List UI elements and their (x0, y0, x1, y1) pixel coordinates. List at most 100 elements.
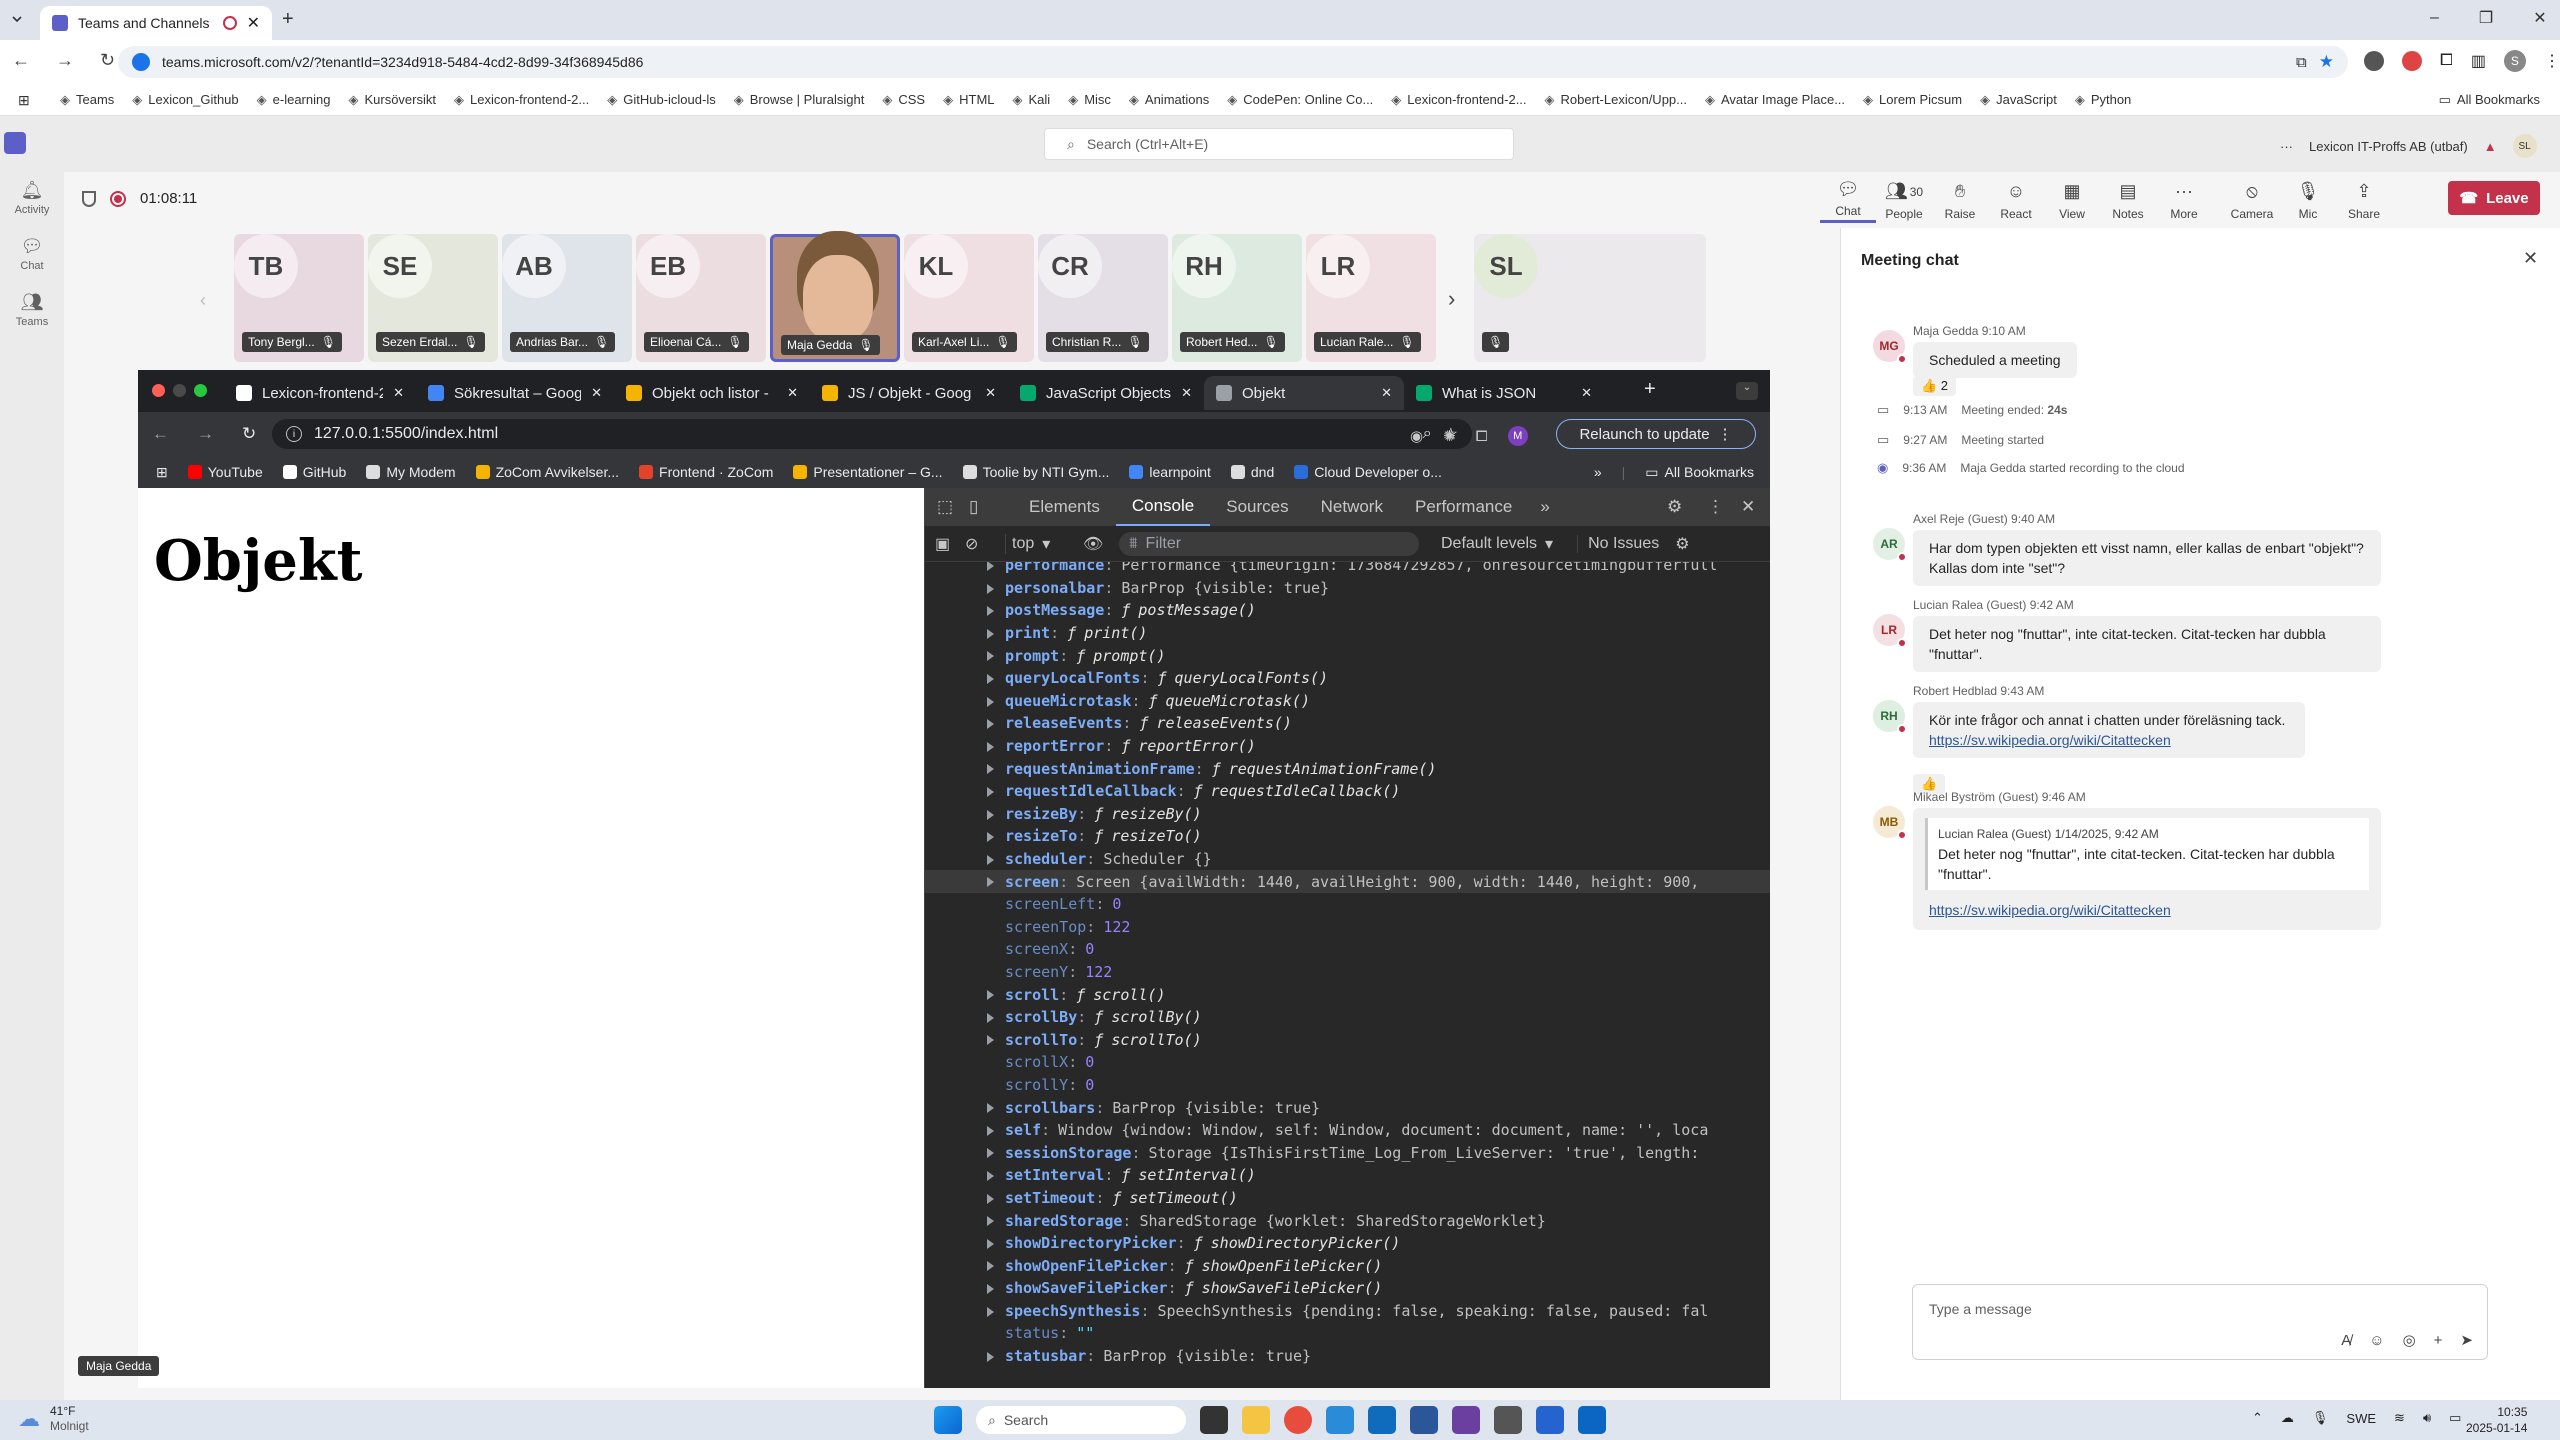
prev-participants-icon[interactable]: ‹ (200, 290, 206, 311)
extension-icon-1[interactable] (2364, 51, 2384, 71)
reaction-badge[interactable]: 👍 2 (1913, 376, 1957, 396)
self-tile[interactable]: SL 🎙︎ (1474, 234, 1706, 362)
send-icon[interactable]: ➤ (2460, 1331, 2473, 1349)
bookmark-item[interactable]: ◈ Teams (60, 92, 114, 108)
bookmark-item[interactable]: ◈ HTML (943, 92, 994, 108)
extensions-puzzle-icon[interactable]: ⧠ (2440, 52, 2453, 70)
participant-tile[interactable]: KL Karl-Axel Li... 🎙︎ (904, 234, 1034, 362)
wifi-icon[interactable]: ≋ (2394, 1410, 2405, 1426)
toolbar-more[interactable]: ··· More (2156, 181, 2212, 221)
onedrive-icon[interactable]: ☁ (2281, 1410, 2294, 1426)
task-view-icon[interactable] (1200, 1406, 1228, 1434)
participant-tile[interactable]: SE Sezen Erdal... 🎙︎ (368, 234, 498, 362)
rail-chat[interactable]: 💬︎ Chat (0, 236, 64, 272)
sticker-icon[interactable]: ◎ (2403, 1331, 2416, 1349)
toolbar-camera[interactable]: ⦸ Camera (2224, 181, 2280, 221)
format-icon[interactable]: A̸ (2341, 1332, 2351, 1349)
tab-search-icon[interactable] (10, 12, 24, 26)
toolbar-notes[interactable]: ▤ Notes (2100, 181, 2156, 221)
todo-icon[interactable] (1536, 1406, 1564, 1434)
participant-tile[interactable]: RH Robert Hed... 🎙︎ (1172, 234, 1302, 362)
apps-grid-icon[interactable]: ⊞ (18, 92, 30, 109)
user-avatar[interactable]: SL (2512, 134, 2537, 158)
language-indicator[interactable]: SWE (2346, 1411, 2376, 1426)
browser-tab-teams[interactable]: Teams and Channels | Före ✕ (40, 6, 272, 40)
site-info-icon[interactable] (132, 53, 150, 71)
reload-icon[interactable]: ↻ (100, 50, 115, 71)
taskbar-search[interactable]: ⌕ Search (976, 1406, 1186, 1434)
clock[interactable]: 10:35 2025-01-14 (2466, 1404, 2527, 1436)
toolbar-chat[interactable]: 💬︎ Chat (1820, 178, 1876, 223)
participant-tile[interactable]: TB Tony Bergl... 🎙︎ (234, 234, 364, 362)
wiki-link[interactable]: https://sv.wikipedia.org/wiki/Citattecke… (1929, 730, 2289, 750)
bookmark-item[interactable]: ◈ Kursöversikt (348, 92, 436, 108)
toolbar-react[interactable]: ☺ React (1988, 181, 2044, 221)
address-bar[interactable]: teams.microsoft.com/v2/?tenantId=3234d91… (118, 46, 2348, 78)
participant-tile[interactable]: Maja Gedda 🎙︎ (770, 234, 900, 362)
volume-icon[interactable]: 🔊︎ (2423, 1410, 2431, 1426)
bookmark-item[interactable]: ◈ Avatar Image Place... (1705, 92, 1845, 108)
leave-button[interactable]: ☎ Leave (2448, 181, 2540, 215)
minimize-icon[interactable]: – (2430, 9, 2439, 27)
new-tab-button[interactable]: + (282, 8, 294, 31)
bookmark-item[interactable]: ◈ CSS (882, 92, 925, 108)
file-explorer-icon[interactable] (1242, 1406, 1270, 1434)
vscode-icon[interactable] (1326, 1406, 1354, 1434)
app-icon[interactable] (1494, 1406, 1522, 1434)
sidebar-icon[interactable]: ▥ (2471, 51, 2486, 71)
start-icon[interactable] (934, 1406, 962, 1434)
bookmark-star-icon[interactable]: ★ (2319, 52, 2334, 72)
tray-chevron-icon[interactable]: ⌃ (2252, 1410, 2263, 1426)
toolbar-raise[interactable]: ✋︎ Raise (1932, 181, 1988, 221)
toolbar-mic[interactable]: 🎙︎ Mic (2280, 181, 2336, 221)
bookmark-item[interactable]: ◈ JavaScript (1980, 92, 2057, 108)
bookmark-item[interactable]: ◈ Lorem Picsum (1863, 92, 1962, 108)
toolbar-share[interactable]: ⇪ Share (2336, 181, 2392, 221)
toolbar-people[interactable]: 👥︎ 30 People (1876, 181, 1932, 221)
bookmark-item[interactable]: ◈ Robert-Lexicon/Upp... (1545, 92, 1687, 108)
bookmark-item[interactable]: ◈ Kali (1013, 92, 1051, 108)
forward-icon[interactable]: → (56, 50, 74, 71)
participant-tile[interactable]: LR Lucian Rale... 🎙︎ (1306, 234, 1436, 362)
word-icon[interactable] (1410, 1406, 1438, 1434)
bookmark-item[interactable]: ◈ CodePen: Online Co... (1227, 92, 1373, 108)
quoted-message[interactable]: Lucian Ralea (Guest) 1/14/2025, 9:42 AM … (1925, 818, 2369, 890)
install-icon[interactable]: ⧉ (2296, 54, 2307, 71)
chat-compose-box[interactable]: Type a message A̸ ☺ ◎ + ➤ (1912, 1284, 2488, 1360)
chrome-menu-icon[interactable]: ⋮ (2544, 51, 2560, 71)
emoji-icon[interactable]: ☺ (2369, 1332, 2384, 1349)
participant-tile[interactable]: AB Andrias Bar... 🎙︎ (502, 234, 632, 362)
mic-tray-icon[interactable]: 🎙︎ (2312, 1410, 2329, 1426)
close-tab-icon[interactable]: ✕ (247, 13, 260, 33)
bookmark-item[interactable]: ◈ Animations (1129, 92, 1209, 108)
bookmark-item[interactable]: ◈ Browse | Pluralsight (734, 92, 865, 108)
wiki-link[interactable]: https://sv.wikipedia.org/wiki/Citattecke… (1925, 900, 2369, 920)
bookmark-item[interactable]: ◈ Lexicon-frontend-2... (1391, 92, 1526, 108)
close-window-icon[interactable]: ✕ (2533, 8, 2546, 28)
rail-activity[interactable]: 🔔︎ Activity (0, 180, 64, 216)
teams-search-input[interactable]: ⌕ Search (Ctrl+Alt+E) (1044, 128, 1514, 160)
battery-icon[interactable]: ▭ (2449, 1410, 2461, 1426)
linkedin-icon[interactable] (1578, 1406, 1606, 1434)
extension-icon-2[interactable] (2402, 51, 2422, 71)
attach-plus-icon[interactable]: + (2434, 1332, 2443, 1349)
bookmark-item[interactable]: ◈ Lexicon-frontend-2... (454, 92, 589, 108)
bookmark-item[interactable]: ◈ e-learning (257, 92, 331, 108)
toolbar-view[interactable]: ▦ View (2044, 181, 2100, 221)
all-bookmarks[interactable]: ▭ All Bookmarks (2439, 92, 2540, 108)
chrome-icon[interactable] (1284, 1406, 1312, 1434)
participant-tile[interactable]: EB Elioenai Cá... 🎙︎ (636, 234, 766, 362)
bookmark-item[interactable]: ◈ GitHub-icloud-ls (607, 92, 715, 108)
bookmark-item[interactable]: ◈ Python (2075, 92, 2131, 108)
close-chat-icon[interactable]: ✕ (2523, 248, 2538, 269)
participant-tile[interactable]: CR Christian R... 🎙︎ (1038, 234, 1168, 362)
profile-avatar[interactable]: S (2503, 50, 2526, 72)
dev-tool-icon[interactable] (1452, 1406, 1480, 1434)
bookmark-item[interactable]: ◈ Misc (1068, 92, 1111, 108)
rail-teams[interactable]: 👥︎ Teams (0, 292, 64, 328)
maximize-icon[interactable]: ❐ (2479, 8, 2493, 28)
back-icon[interactable]: ← (12, 50, 30, 71)
more-options-icon[interactable]: ··· (2280, 139, 2293, 154)
bookmark-item[interactable]: ◈ Lexicon_Github (132, 92, 238, 108)
outlook-icon[interactable] (1368, 1406, 1396, 1434)
